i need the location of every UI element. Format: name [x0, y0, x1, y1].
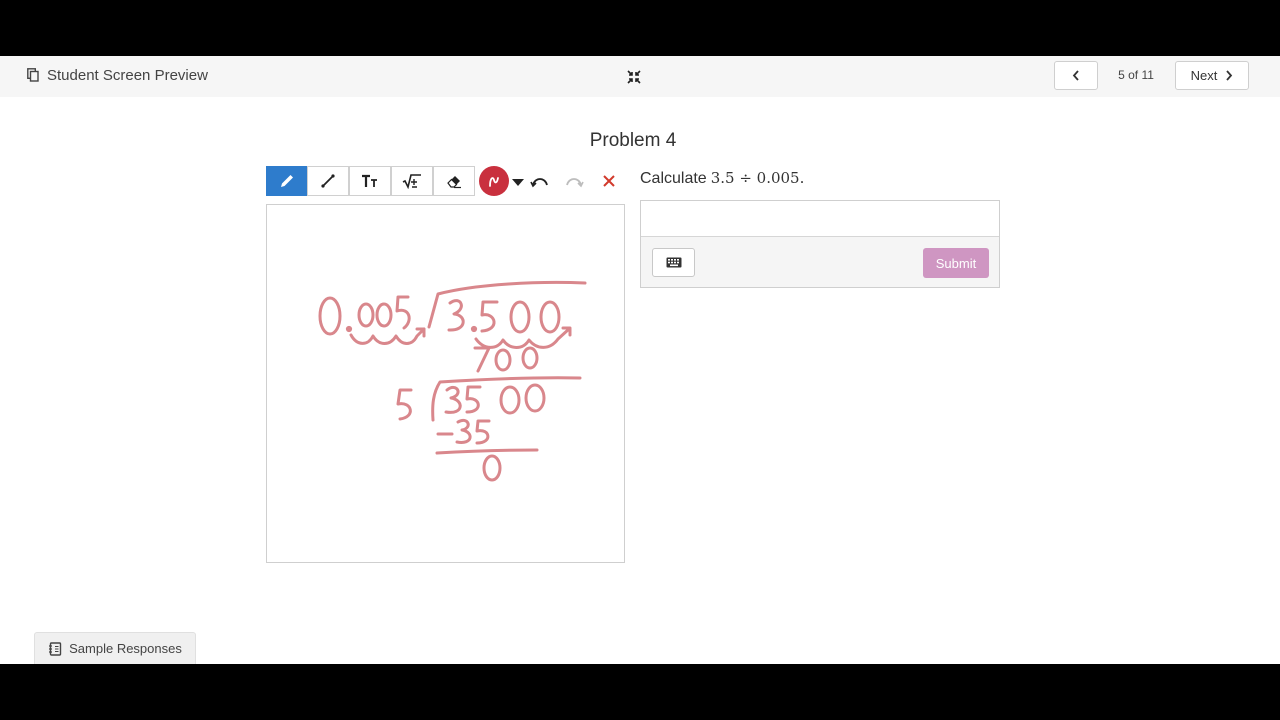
redo-icon	[566, 178, 584, 188]
app-title-label: Student Screen Preview	[47, 66, 208, 84]
chevron-right-icon	[1226, 70, 1233, 81]
collapse-button[interactable]	[623, 66, 645, 88]
ink-color-button[interactable]	[479, 166, 509, 196]
copy-icon	[27, 68, 39, 82]
next-label: Next	[1190, 68, 1218, 83]
clear-button[interactable]	[600, 172, 618, 190]
math-tool-button[interactable]	[391, 166, 433, 196]
keyboard-icon	[666, 257, 681, 268]
question-expression: 3.5 ÷ 0.005.	[710, 169, 805, 187]
notebook-icon	[49, 641, 62, 656]
sketch-canvas[interactable]	[266, 204, 625, 563]
square-root-icon	[402, 174, 421, 189]
student-screen: Student Screen Preview 5 of 11 Next Prob…	[0, 56, 1280, 664]
redo-button[interactable]	[564, 172, 584, 190]
pencil-tool-button[interactable]	[266, 166, 308, 196]
undo-icon	[530, 178, 548, 188]
close-icon	[603, 175, 615, 187]
caret-down-icon	[512, 179, 524, 186]
sample-responses-label: Sample Responses	[69, 641, 182, 656]
eraser-tool-button[interactable]	[433, 166, 475, 196]
handwritten-work	[318, 280, 587, 482]
pencil-icon	[281, 175, 293, 187]
next-button[interactable]: Next	[1175, 61, 1249, 90]
undo-button[interactable]	[530, 172, 550, 190]
collapse-icon	[627, 70, 641, 84]
app-title: Student Screen Preview	[27, 65, 208, 85]
question-text: Calculate 3.5 ÷ 0.005.	[640, 169, 804, 188]
answer-panel: Submit	[640, 200, 1000, 288]
sample-responses-tab[interactable]: Sample Responses	[34, 632, 196, 664]
line-icon	[321, 174, 335, 188]
submit-button[interactable]: Submit	[923, 248, 989, 278]
ink-color-dropdown[interactable]	[511, 175, 525, 187]
chevron-left-icon	[1072, 70, 1079, 81]
problem-title: Problem 4	[589, 130, 677, 151]
text-size-icon	[362, 174, 377, 187]
math-keyboard-button[interactable]	[652, 248, 695, 277]
eraser-icon	[447, 176, 461, 189]
previous-button[interactable]	[1054, 61, 1098, 90]
page-counter: 5 of 11	[1118, 68, 1154, 82]
answer-input[interactable]	[641, 201, 999, 237]
question-prompt: Calculate	[640, 170, 707, 187]
line-tool-button[interactable]	[307, 166, 349, 196]
squiggle-icon	[489, 177, 499, 187]
text-tool-button[interactable]	[349, 166, 391, 196]
top-bar: Student Screen Preview 5 of 11 Next	[0, 56, 1280, 97]
